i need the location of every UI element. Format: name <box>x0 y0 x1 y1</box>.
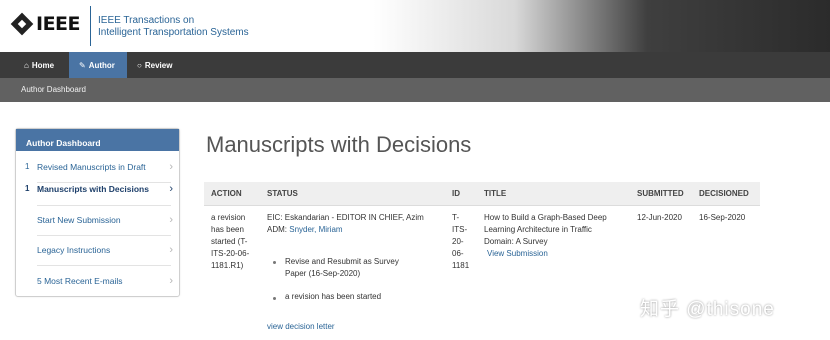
sidebar-item-manuscripts-with-decisions[interactable]: 1 Manuscripts with Decisions › <box>16 174 179 204</box>
col-title: TITLE <box>484 189 507 198</box>
chevron-right-icon: › <box>169 214 173 226</box>
breadcrumb: Author Dashboard <box>21 85 86 94</box>
zhihu-watermark: 知乎 @thisone <box>640 299 775 320</box>
col-decisioned: DECISIONED <box>699 189 749 198</box>
main-nav: ⌂ Home ✎ Author ○ Review <box>0 52 830 78</box>
view-decision-letter-link[interactable]: view decision letter <box>267 321 335 333</box>
manuscript-title-cell: How to Build a Graph-Based Deep Learning… <box>484 212 607 260</box>
manuscript-id-part: 20- <box>452 237 464 246</box>
action-text: a revision <box>211 213 246 222</box>
journal-name-line2: Intelligent Transportation Systems <box>98 27 249 38</box>
action-cell: a revision has been started (T- ITS-20-0… <box>211 212 249 272</box>
chevron-right-icon: › <box>169 275 173 287</box>
nav-home[interactable]: ⌂ Home <box>14 52 64 78</box>
status-decision: Revise and Resubmit as Survey Paper (16-… <box>285 256 399 280</box>
sidebar-item-legacy-instructions[interactable]: Legacy Instructions › <box>16 235 179 265</box>
status-revision-started: a revision has been started <box>285 292 382 301</box>
site-header: IEEE IEEE Transactions on Intelligent Tr… <box>0 0 830 52</box>
manuscript-id-part: 1181 <box>452 261 470 270</box>
manuscript-title-line: Domain: A Survey <box>484 237 548 246</box>
action-text: started (T- <box>211 237 248 246</box>
status-decision-line: Revise and Resubmit as Survey <box>285 257 399 266</box>
manuscript-title-line: How to Build a Graph-Based Deep <box>484 213 607 222</box>
manuscript-id-part: ITS- <box>452 225 468 234</box>
pencil-icon: ✎ <box>79 60 86 70</box>
sidebar-item-label: Start New Submission <box>37 215 121 225</box>
sidebar-item-count: 1 <box>25 184 30 193</box>
chevron-right-icon: › <box>169 183 173 195</box>
home-icon: ⌂ <box>24 60 29 70</box>
nav-author[interactable]: ✎ Author <box>69 52 127 78</box>
adm-name-link[interactable]: Snyder, Miriam <box>289 225 342 234</box>
nav-review[interactable]: ○ Review <box>127 52 182 78</box>
manuscript-title-line: Learning Architecture in Traffic <box>484 225 592 234</box>
sidebar-title: Author Dashboard <box>16 129 179 151</box>
journal-name[interactable]: IEEE Transactions on Intelligent Transpo… <box>98 15 249 39</box>
action-text: ITS-20-06- <box>211 249 250 258</box>
ieee-diamond-icon <box>10 12 34 36</box>
header-divider <box>90 6 91 46</box>
col-action: ACTION <box>211 189 242 198</box>
status-eic: EIC: Eskandarian - EDITOR IN CHIEF, Azim <box>267 213 424 222</box>
status-decision-line: Paper (16-Sep-2020) <box>285 269 361 278</box>
ieee-logo[interactable]: IEEE <box>10 12 81 36</box>
nav-review-label: Review <box>144 60 173 70</box>
view-submission-link[interactable]: View Submission <box>484 248 607 260</box>
sidebar-item-start-new-submission[interactable]: Start New Submission › <box>16 205 179 235</box>
sidebar-item-label: Legacy Instructions <box>37 245 111 255</box>
sidebar-item-recent-emails[interactable]: 5 Most Recent E-mails › <box>16 266 179 296</box>
nav-author-label: Author <box>88 60 115 70</box>
sidebar-item-label: 5 Most Recent E-mails <box>37 276 123 286</box>
bullet-icon <box>273 261 276 264</box>
nav-home-label: Home <box>31 60 55 70</box>
sidebar-item-label: Manuscripts with Decisions <box>37 184 149 194</box>
submitted-date: 12-Jun-2020 <box>637 213 682 222</box>
page-title: Manuscripts with Decisions <box>206 132 472 157</box>
decisioned-date: 16-Sep-2020 <box>699 213 746 222</box>
action-text: has been <box>211 225 244 234</box>
journal-name-line1: IEEE Transactions on <box>98 15 195 26</box>
manuscript-id-cell: T- ITS- 20- 06- 1181 <box>452 212 469 272</box>
col-id: ID <box>452 189 460 198</box>
decisions-table-header: ACTION STATUS ID TITLE SUBMITTED DECISIO… <box>204 182 760 206</box>
breadcrumb-bar: Author Dashboard <box>0 78 830 102</box>
speech-bubble-icon: ○ <box>137 60 142 70</box>
status-adm-label: ADM: <box>267 225 287 234</box>
bullet-icon <box>273 297 276 300</box>
col-submitted: SUBMITTED <box>637 189 684 198</box>
author-dashboard-sidebar: Author Dashboard 1 Revised Manuscripts i… <box>15 128 180 297</box>
action-text: 1181.R1) <box>211 261 244 270</box>
chevron-right-icon: › <box>169 244 173 256</box>
status-adm: ADM: Snyder, Miriam <box>267 224 447 236</box>
ieee-logo-text: IEEE <box>36 13 81 35</box>
status-cell: EIC: Eskandarian - EDITOR IN CHIEF, Azim… <box>267 212 447 236</box>
manuscript-id-part: 06- <box>452 249 464 258</box>
manuscript-id-part: T- <box>452 213 460 222</box>
col-status: STATUS <box>267 189 298 198</box>
